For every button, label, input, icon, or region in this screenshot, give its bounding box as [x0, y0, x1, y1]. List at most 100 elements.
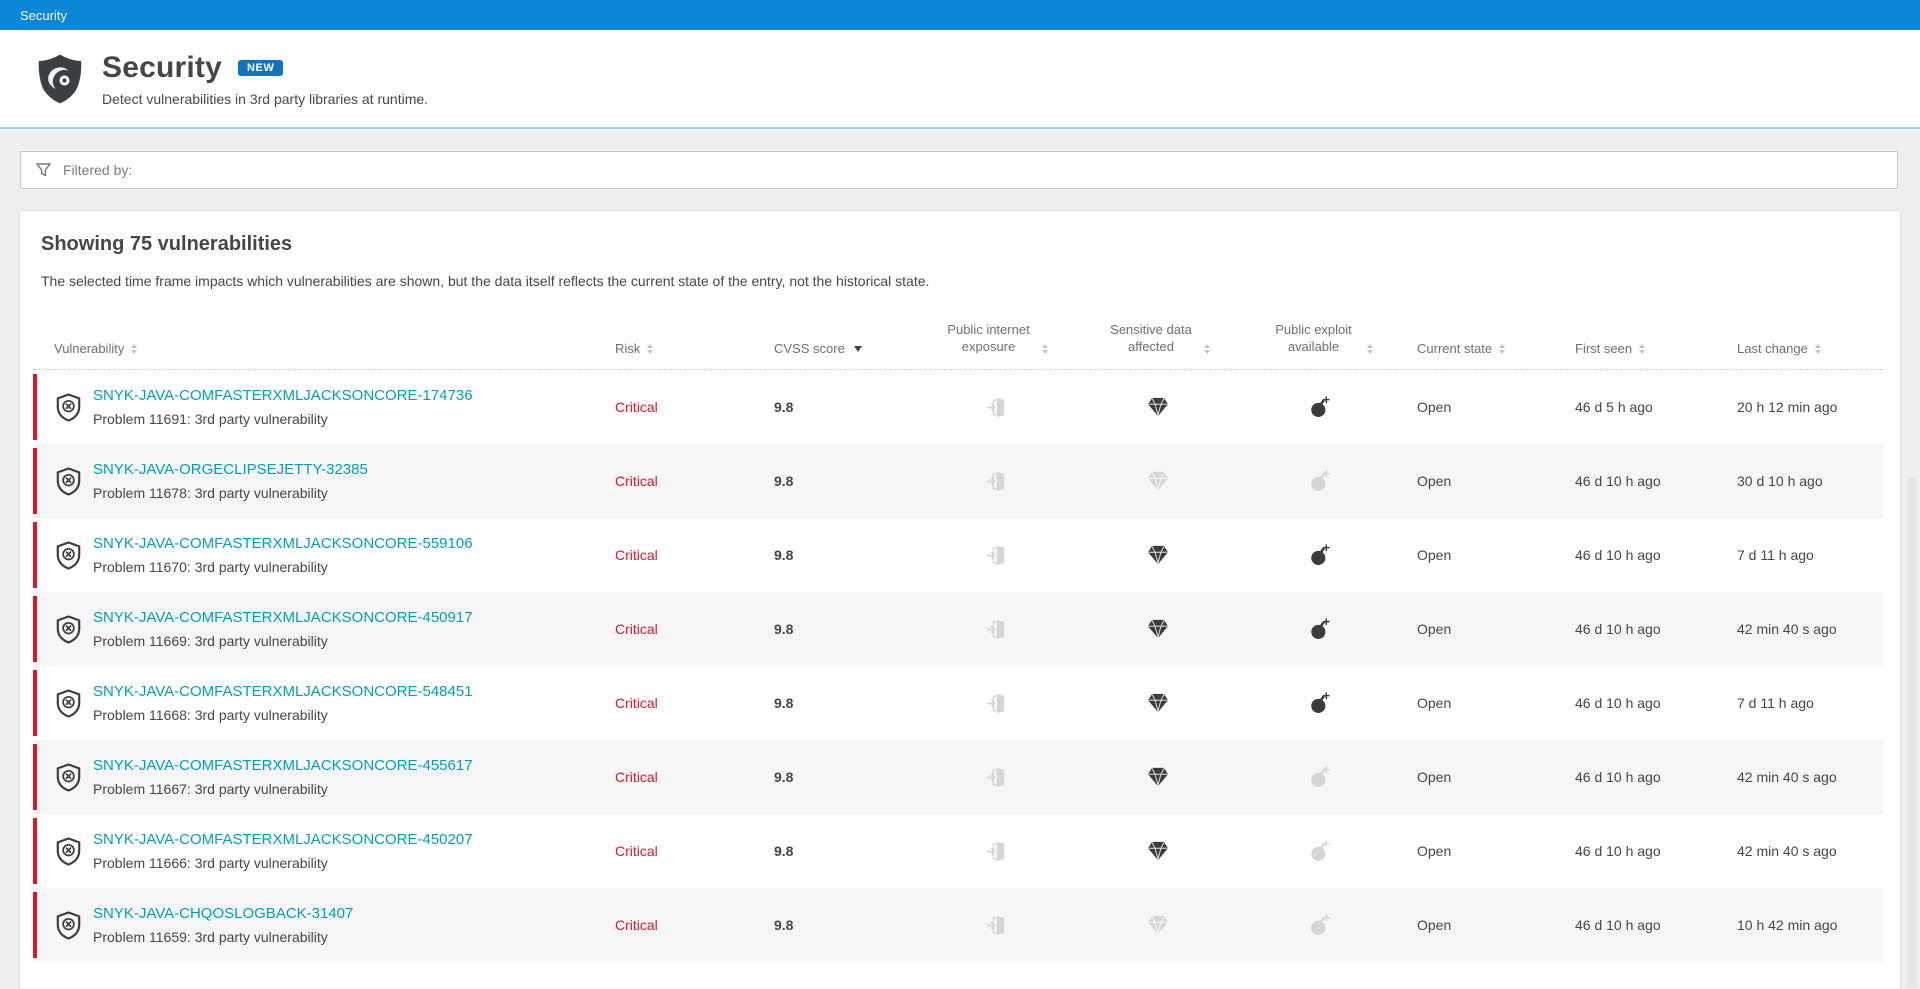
shield-x-vulnerability-icon [56, 541, 81, 570]
vulnerability-link[interactable]: SNYK-JAVA-CHQOSLOGBACK-31407 [93, 905, 353, 924]
new-badge: NEW [238, 60, 283, 76]
vulnerability-problem-label: Problem 11669: 3rd party vulnerability [93, 633, 473, 649]
last-change-cell: 7 d 11 h ago [1720, 666, 1883, 740]
sort-descending-icon [854, 346, 862, 352]
current-state-cell: Open [1400, 592, 1560, 666]
public-exploit-available-cell [1240, 370, 1400, 444]
bomb-icon [1310, 692, 1330, 714]
column-header-current-state[interactable]: Current state [1400, 311, 1560, 369]
vulnerability-link[interactable]: SNYK-JAVA-COMFASTERXMLJACKSONCORE-174736 [93, 387, 473, 406]
vulnerability-cell: SNYK-JAVA-COMFASTERXMLJACKSONCORE-174736… [33, 370, 600, 444]
severity-accent-bar [33, 448, 37, 514]
first-seen-cell: 46 d 10 h ago [1560, 740, 1720, 814]
vulnerability-cell: SNYK-JAVA-COMFASTERXMLJACKSONCORE-450917… [33, 592, 600, 666]
column-header-first-seen[interactable]: First seen [1560, 311, 1720, 369]
public-internet-exposure-cell [915, 370, 1075, 444]
column-header-last-change[interactable]: Last change [1720, 311, 1883, 369]
vulnerability-cell: SNYK-JAVA-COMFASTERXMLJACKSONCORE-450207… [33, 814, 600, 888]
top-navigation-bar: Security [0, 0, 1920, 30]
severity-accent-bar [33, 670, 37, 736]
cvss-score-cell: 9.8 [760, 518, 915, 592]
first-seen-cell: 46 d 10 h ago [1560, 888, 1720, 962]
diamond-icon [1147, 619, 1169, 639]
sort-icon [1042, 344, 1048, 356]
vulnerability-link[interactable]: SNYK-JAVA-COMFASTERXMLJACKSONCORE-548451 [93, 683, 473, 702]
current-state-cell: Open [1400, 888, 1560, 962]
current-state-cell: Open [1400, 518, 1560, 592]
vertical-scrollbar[interactable] [1907, 478, 1917, 989]
table-row: SNYK-JAVA-COMFASTERXMLJACKSONCORE-455617… [33, 740, 1883, 814]
sort-icon [1815, 344, 1821, 356]
column-header-public-exploit-available[interactable]: Public exploit available [1240, 311, 1400, 369]
sort-icon [1499, 344, 1505, 356]
vulnerability-count-heading: Showing 75 vulnerabilities [41, 233, 1900, 256]
cvss-score-cell: 9.8 [760, 888, 915, 962]
diamond-icon [1147, 693, 1169, 713]
last-change-cell: 10 h 42 min ago [1720, 888, 1883, 962]
sort-icon [647, 344, 653, 356]
door-arrow-icon [986, 767, 1005, 788]
severity-accent-bar [33, 374, 37, 440]
column-header-sensitive-data-affected[interactable]: Sensitive data affected [1075, 311, 1240, 369]
vulnerability-problem-label: Problem 11678: 3rd party vulnerability [93, 485, 368, 501]
vulnerability-problem-label: Problem 11691: 3rd party vulnerability [93, 411, 473, 427]
vulnerabilities-table: Vulnerability Risk CVSS score Public int… [33, 311, 1883, 962]
vulnerability-cell: SNYK-JAVA-CHQOSLOGBACK-31407 Problem 116… [33, 888, 600, 962]
severity-accent-bar [33, 522, 37, 588]
shield-x-vulnerability-icon [56, 689, 81, 718]
vulnerability-link[interactable]: SNYK-JAVA-ORGECLIPSEJETTY-32385 [93, 461, 368, 480]
risk-cell: Critical [600, 518, 760, 592]
sensitive-data-affected-cell [1075, 888, 1240, 962]
column-header-cvss-score[interactable]: CVSS score [760, 311, 915, 369]
vulnerability-problem-label: Problem 11667: 3rd party vulnerability [93, 781, 473, 797]
filter-bar[interactable]: Filtered by: [20, 151, 1898, 189]
timeframe-description: The selected time frame impacts which vu… [41, 273, 1900, 289]
sensitive-data-affected-cell [1075, 592, 1240, 666]
door-arrow-icon [986, 841, 1005, 862]
sort-icon [1367, 344, 1373, 356]
last-change-cell: 42 min 40 s ago [1720, 592, 1883, 666]
table-body: SNYK-JAVA-COMFASTERXMLJACKSONCORE-174736… [33, 370, 1883, 962]
shield-x-vulnerability-icon [56, 393, 81, 422]
sensitive-data-affected-cell [1075, 518, 1240, 592]
public-internet-exposure-cell [915, 518, 1075, 592]
public-exploit-available-cell [1240, 740, 1400, 814]
vulnerability-link[interactable]: SNYK-JAVA-COMFASTERXMLJACKSONCORE-450207 [93, 831, 473, 850]
shield-x-vulnerability-icon [56, 911, 81, 940]
table-row: SNYK-JAVA-COMFASTERXMLJACKSONCORE-559106… [33, 518, 1883, 592]
vulnerability-cell: SNYK-JAVA-ORGECLIPSEJETTY-32385 Problem … [33, 444, 600, 518]
bomb-icon [1310, 914, 1330, 936]
cvss-score-cell: 9.8 [760, 592, 915, 666]
first-seen-cell: 46 d 10 h ago [1560, 518, 1720, 592]
bomb-icon [1310, 840, 1330, 862]
bomb-icon [1310, 766, 1330, 788]
vulnerability-link[interactable]: SNYK-JAVA-COMFASTERXMLJACKSONCORE-450917 [93, 609, 473, 628]
severity-accent-bar [33, 596, 37, 662]
shield-x-vulnerability-icon [56, 467, 81, 496]
breadcrumb[interactable]: Security [20, 8, 67, 23]
filter-label: Filtered by: [63, 162, 132, 178]
column-header-vulnerability[interactable]: Vulnerability [33, 311, 600, 369]
page-subtitle: Detect vulnerabilities in 3rd party libr… [102, 91, 428, 107]
risk-cell: Critical [600, 666, 760, 740]
public-exploit-available-cell [1240, 592, 1400, 666]
vulnerability-cell: SNYK-JAVA-COMFASTERXMLJACKSONCORE-455617… [33, 740, 600, 814]
public-internet-exposure-cell [915, 666, 1075, 740]
table-header-row: Vulnerability Risk CVSS score Public int… [33, 311, 1883, 370]
cvss-score-cell: 9.8 [760, 666, 915, 740]
door-arrow-icon [986, 471, 1005, 492]
public-exploit-available-cell [1240, 814, 1400, 888]
risk-cell: Critical [600, 888, 760, 962]
column-header-risk[interactable]: Risk [600, 311, 760, 369]
public-exploit-available-cell [1240, 888, 1400, 962]
sensitive-data-affected-cell [1075, 814, 1240, 888]
public-exploit-available-cell [1240, 518, 1400, 592]
current-state-cell: Open [1400, 444, 1560, 518]
column-header-public-internet-exposure[interactable]: Public internet exposure [915, 311, 1075, 369]
current-state-cell: Open [1400, 370, 1560, 444]
vulnerability-link[interactable]: SNYK-JAVA-COMFASTERXMLJACKSONCORE-455617 [93, 757, 473, 776]
vulnerability-link[interactable]: SNYK-JAVA-COMFASTERXMLJACKSONCORE-559106 [93, 535, 473, 554]
table-row: SNYK-JAVA-COMFASTERXMLJACKSONCORE-450207… [33, 814, 1883, 888]
diamond-icon [1147, 767, 1169, 787]
risk-cell: Critical [600, 370, 760, 444]
